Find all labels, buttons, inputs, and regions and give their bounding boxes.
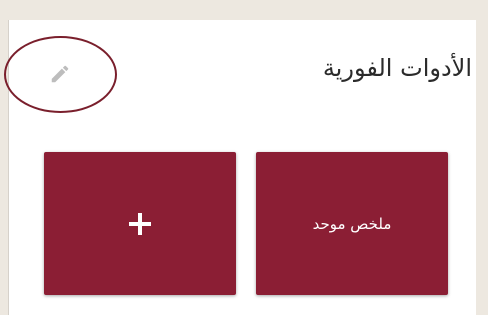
unified-summary-tile[interactable]: ملخص موحد — [256, 152, 448, 295]
pencil-icon — [51, 65, 69, 83]
tile-label: ملخص موحد — [312, 214, 392, 233]
plus-icon — [129, 212, 151, 235]
page-title: الأدوات الفورية — [322, 54, 472, 82]
top-strip — [0, 0, 488, 20]
add-tile-button[interactable] — [44, 152, 236, 295]
panel-divider — [8, 20, 9, 315]
edit-button[interactable] — [38, 52, 82, 96]
